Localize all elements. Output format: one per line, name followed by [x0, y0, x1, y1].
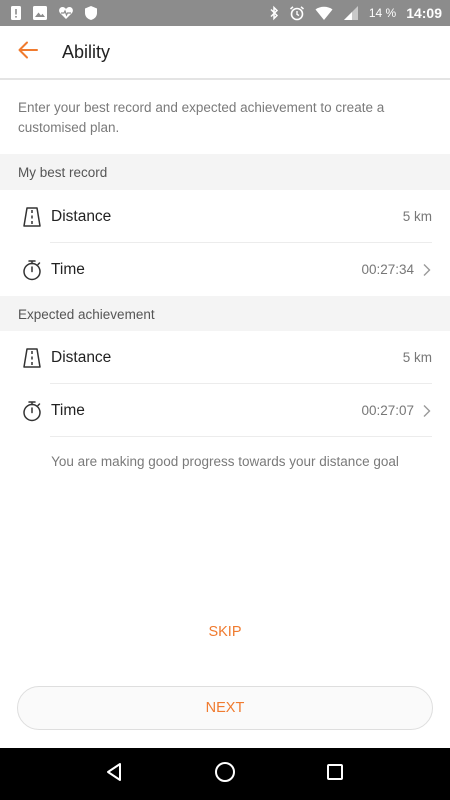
expected-time-value: 00:27:07	[361, 403, 414, 418]
nav-recents-button[interactable]	[315, 754, 355, 794]
section-header-expected: Expected achievement	[0, 296, 450, 332]
cell-signal-icon	[343, 5, 359, 21]
progress-message: You are making good progress towards you…	[51, 454, 399, 469]
system-nav-bar	[0, 748, 450, 800]
shield-notification-icon	[84, 5, 98, 21]
best-distance-row[interactable]: Distance 5 km	[0, 190, 450, 243]
chevron-right-icon	[418, 261, 436, 279]
back-button[interactable]	[0, 25, 56, 79]
square-recents-icon	[326, 763, 344, 786]
chevron-right-icon	[418, 402, 436, 420]
nav-back-button[interactable]	[95, 754, 135, 794]
best-time-row[interactable]: Time 00:27:34	[0, 243, 450, 296]
triangle-back-icon	[105, 762, 125, 787]
battery-percent: 14 %	[368, 6, 397, 20]
divider	[50, 436, 432, 437]
expected-time-label: Time	[51, 401, 85, 419]
back-arrow-icon	[16, 38, 40, 67]
stopwatch-icon	[17, 396, 47, 426]
status-bar: 14 % 14:09	[0, 0, 450, 26]
stopwatch-icon	[17, 255, 47, 285]
wifi-icon	[315, 5, 333, 21]
app-bar: Ability	[0, 26, 450, 80]
next-button[interactable]: NEXT	[17, 686, 433, 730]
best-distance-label: Distance	[51, 207, 112, 225]
skip-button[interactable]: SKIP	[175, 617, 275, 647]
best-time-label: Time	[51, 260, 85, 278]
page-title: Ability	[62, 41, 111, 62]
expected-distance-value: 5 km	[402, 350, 432, 365]
bluetooth-icon	[269, 5, 279, 21]
road-icon	[17, 343, 47, 373]
nav-home-button[interactable]	[205, 754, 245, 794]
expected-time-row[interactable]: Time 00:27:07	[0, 384, 450, 437]
status-left-icons	[10, 5, 98, 21]
best-distance-value: 5 km	[402, 209, 432, 224]
image-notification-icon	[32, 5, 48, 21]
clock: 14:09	[406, 5, 442, 21]
alarm-icon	[289, 5, 305, 21]
status-right-icons: 14 % 14:09	[269, 5, 442, 21]
section-header-best-record: My best record	[0, 154, 450, 190]
alert-notification-icon	[10, 5, 22, 21]
intro-text: Enter your best record and expected achi…	[18, 100, 385, 135]
road-icon	[17, 202, 47, 232]
expected-distance-row[interactable]: Distance 5 km	[0, 331, 450, 384]
expected-distance-label: Distance	[51, 348, 112, 366]
best-time-value: 00:27:34	[361, 262, 414, 277]
circle-home-icon	[214, 761, 236, 788]
heart-notification-icon	[58, 5, 74, 21]
